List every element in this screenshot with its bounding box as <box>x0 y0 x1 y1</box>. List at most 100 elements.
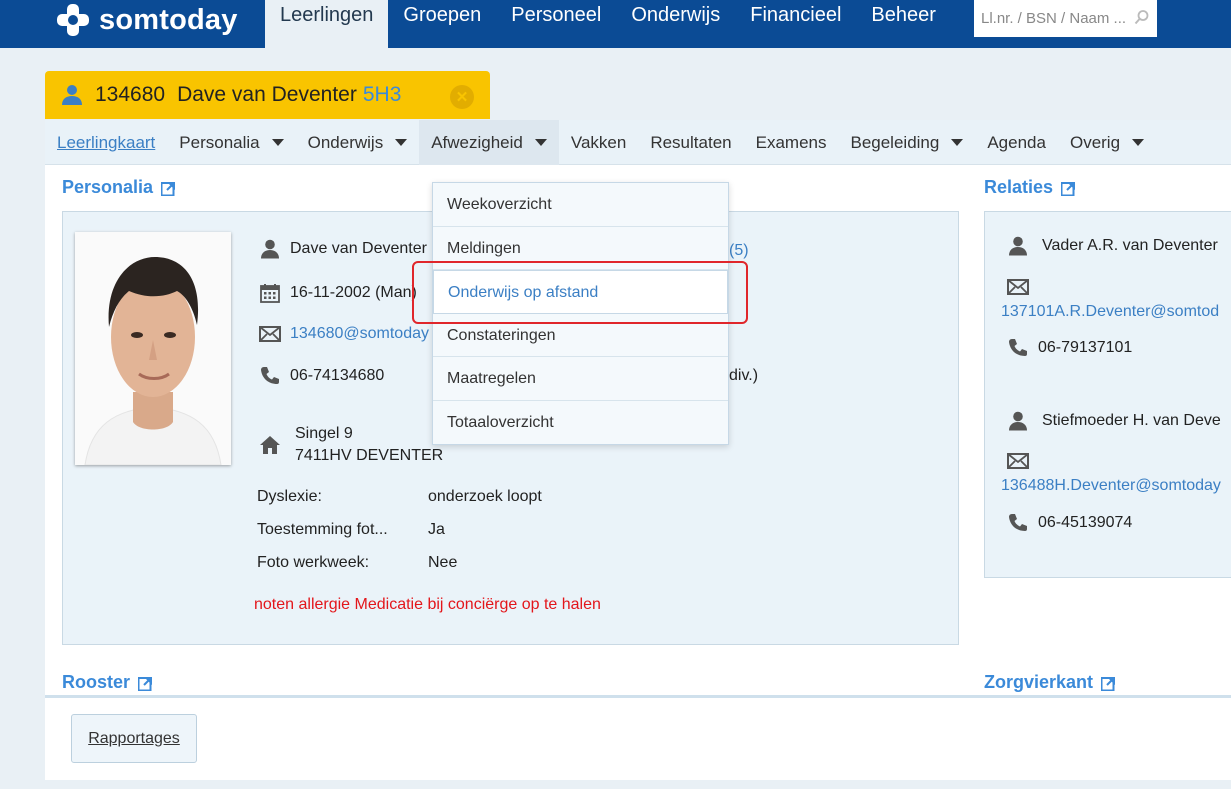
field-value-toestemming: Ja <box>428 521 445 538</box>
envelope-icon <box>259 323 281 345</box>
user-icon <box>259 238 281 260</box>
field-label-toestemming: Toestemming fot... <box>257 521 388 538</box>
student-photo <box>75 232 231 465</box>
subnav-label: Resultaten <box>650 133 732 152</box>
relation-2-phone-row: 06-45139074 <box>1007 512 1132 534</box>
subnav-label: Onderwijs <box>307 133 384 152</box>
caret-down-icon <box>395 139 408 146</box>
caret-down-icon <box>271 139 284 146</box>
phone-icon <box>1007 512 1029 534</box>
subnav-label: Afwezigheid <box>431 133 523 152</box>
field-value-dyslexie: onderzoek loopt <box>428 488 542 505</box>
subnav-label: Vakken <box>570 133 627 152</box>
close-icon[interactable]: ✕ <box>450 85 474 109</box>
search-input[interactable]: Ll.nr. / BSN / Naam ... <box>974 0 1157 37</box>
field-value-foto-werkweek: Nee <box>428 554 458 571</box>
somtoday-logo[interactable]: somtoday <box>55 0 238 40</box>
subnav-label: Leerlingkaart <box>57 133 156 152</box>
relation-2-name-row: Stiefmoeder H. van Deve <box>1007 410 1221 432</box>
student-email-link[interactable]: 134680@somtoday <box>290 325 429 343</box>
relation-email-link[interactable]: 136488H.Deventer@somtoday <box>1001 477 1221 495</box>
personalia-title[interactable]: Personalia <box>62 177 176 198</box>
rooster-title[interactable]: Rooster <box>62 672 153 693</box>
nav-groepen[interactable]: Groepen <box>388 0 496 48</box>
subnav-label: Personalia <box>179 133 260 152</box>
calendar-icon <box>259 282 281 304</box>
phone-icon <box>1007 337 1029 359</box>
email-row: 134680@somtoday <box>259 323 429 345</box>
user-icon <box>61 84 83 106</box>
logo-text: somtoday <box>99 3 238 36</box>
address-city: 7411HV DEVENTER <box>295 447 444 464</box>
logo-icon <box>55 2 91 38</box>
subnav-leerlingkaart[interactable]: Leerlingkaart <box>45 120 167 165</box>
nav-beheer[interactable]: Beheer <box>856 0 951 48</box>
top-navigation-bar: somtoday Leerlingen Groepen Personeel On… <box>0 0 1231 48</box>
birthdate: 16-11-2002 (Man) <box>290 284 417 301</box>
external-link-icon[interactable] <box>137 675 153 692</box>
envelope-icon <box>1007 453 1029 474</box>
relation-name: Stiefmoeder H. van Deve <box>1042 412 1221 429</box>
phone-row: 06-74134680 <box>259 365 384 387</box>
phone-suffix: div.) <box>729 367 759 384</box>
envelope-icon <box>1007 279 1029 300</box>
button-label: Rapportages <box>88 729 180 747</box>
nav-leerlingen[interactable]: Leerlingen <box>265 0 389 48</box>
relation-1-phone-row: 06-79137101 <box>1007 337 1132 359</box>
subnav-afwezigheid[interactable]: Afwezigheid <box>419 120 559 165</box>
subnav-begeleiding[interactable]: Begeleiding <box>838 120 975 165</box>
relation-phone: 06-79137101 <box>1038 339 1133 356</box>
external-link-icon[interactable] <box>160 180 176 197</box>
field-label-foto-werkweek: Foto werkweek: <box>257 554 370 571</box>
external-link-icon[interactable] <box>1100 675 1116 692</box>
student-subnav: Leerlingkaart Personalia Onderwijs Afwez… <box>45 120 1231 165</box>
phone-icon <box>259 365 281 387</box>
user-icon <box>1007 410 1029 432</box>
student-number: 134680 <box>95 83 166 106</box>
search-icon[interactable] <box>1134 9 1150 29</box>
nav-onderwijs[interactable]: Onderwijs <box>616 0 735 48</box>
section-title-text: Rooster <box>62 672 131 692</box>
relaties-title[interactable]: Relaties <box>984 177 1076 198</box>
user-icon <box>1007 235 1029 257</box>
subnav-overig[interactable]: Overig <box>1058 120 1156 165</box>
annotation-highlight-box <box>412 261 748 324</box>
menu-item-weekoverzicht[interactable]: Weekoverzicht <box>433 183 728 227</box>
birthdate-row: 16-11-2002 (Man) <box>259 282 417 304</box>
main-nav: Leerlingen Groepen Personeel Onderwijs F… <box>265 0 951 48</box>
nav-financieel[interactable]: Financieel <box>735 0 856 48</box>
relation-1-name-row: Vader A.R. van Deventer <box>1007 235 1218 257</box>
subnav-label: Begeleiding <box>850 133 940 152</box>
subnav-agenda[interactable]: Agenda <box>975 120 1058 165</box>
student-name-row: Dave van Deventer <box>259 238 427 260</box>
menu-item-maatregelen[interactable]: Maatregelen <box>433 357 728 401</box>
nav-personeel[interactable]: Personeel <box>496 0 616 48</box>
subnav-vakken[interactable]: Vakken <box>559 120 638 165</box>
student-tab[interactable]: 134680 Dave van Deventer 5H3 ✕ <box>45 71 490 119</box>
student-full-name: Dave van Deventer <box>290 240 427 257</box>
section-divider <box>45 695 1231 698</box>
caret-down-icon <box>1132 139 1145 146</box>
relation-email-link[interactable]: 137101A.R.Deventer@somtod <box>1001 303 1219 321</box>
caret-down-icon <box>534 139 547 146</box>
external-link-icon[interactable] <box>1060 180 1076 197</box>
menu-item-totaaloverzicht[interactable]: Totaaloverzicht <box>433 401 728 445</box>
search-placeholder: Ll.nr. / BSN / Naam ... <box>981 10 1127 27</box>
rapportages-button[interactable]: Rapportages <box>71 714 197 763</box>
section-title-text: Personalia <box>62 177 154 197</box>
subnav-onderwijs[interactable]: Onderwijs <box>296 120 420 165</box>
caret-down-icon <box>951 139 964 146</box>
address-street: Singel 9 <box>295 425 353 442</box>
medical-note: noten allergie Medicatie bij conciërge o… <box>254 596 601 613</box>
subnav-resultaten[interactable]: Resultaten <box>638 120 743 165</box>
zorgvierkant-title[interactable]: Zorgvierkant <box>984 672 1116 693</box>
student-class: 5H3 <box>362 83 402 106</box>
subnav-examens[interactable]: Examens <box>744 120 839 165</box>
student-phone: 06-74134680 <box>290 367 385 384</box>
name-suffix: (5) <box>729 242 749 259</box>
subnav-label: Examens <box>755 133 827 152</box>
address-row: Singel 9 7411HV DEVENTER <box>259 423 443 467</box>
student-name: Dave van Deventer <box>177 83 357 106</box>
field-label-dyslexie: Dyslexie: <box>257 488 322 505</box>
subnav-personalia[interactable]: Personalia <box>167 120 295 165</box>
